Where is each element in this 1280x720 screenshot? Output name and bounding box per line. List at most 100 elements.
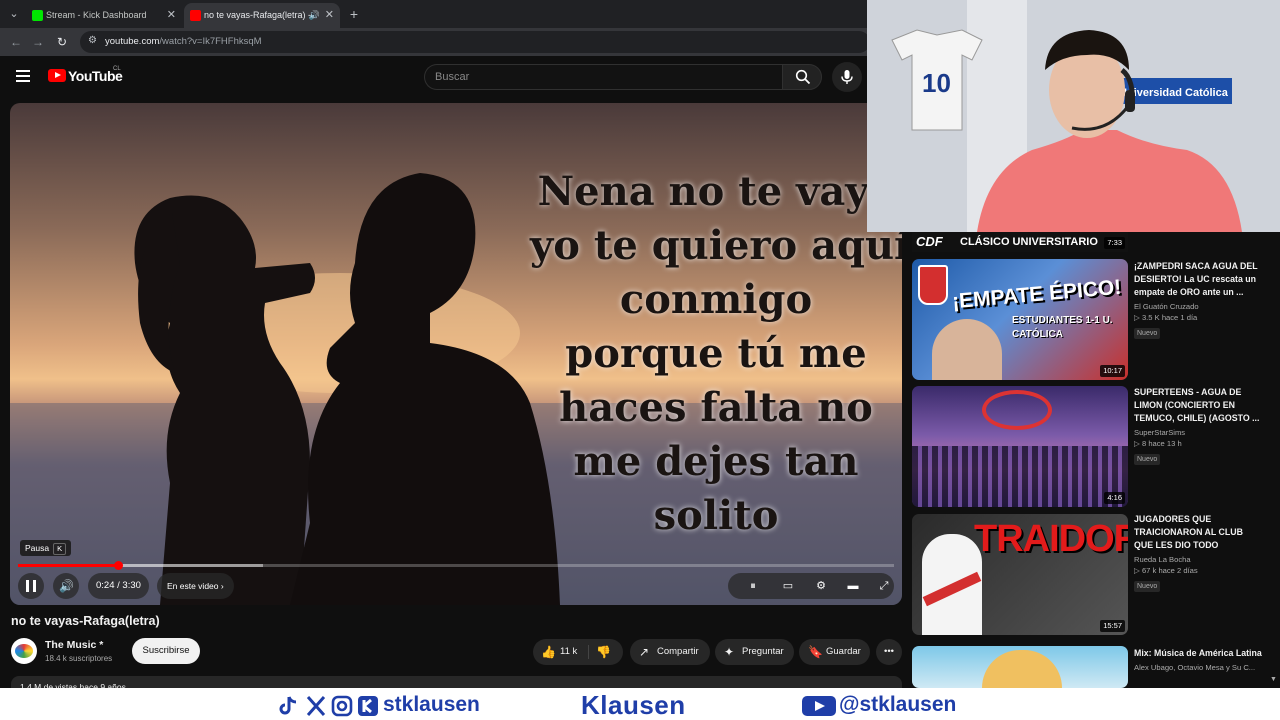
dislike-icon[interactable]: 👎 [596,639,611,665]
save-button[interactable]: 🔖 Guardar [799,639,870,665]
thumbnail-headline: ¡EMPATE ÉPICO! [951,275,1123,314]
video-title[interactable]: ¡ZAMPEDRI SACA AGUA DEL DESIERTO! La UC … [1134,260,1262,299]
channel-name[interactable]: Rueda La Bocha [1134,555,1262,564]
youtube-icon [802,696,836,716]
subtitles-icon[interactable]: ▭ [780,578,796,594]
duration-badge: 4:16 [1104,492,1125,504]
webcam-overlay: 10 Universidad Católica [867,0,1280,232]
volume-icon: 🔊 [59,579,74,593]
search-button[interactable] [782,64,822,90]
ask-label: Preguntar [742,646,784,657]
lyric-line: yo te quiero aquí [530,222,902,269]
tab-audio-icon[interactable]: 🔊 [309,3,320,28]
view-stats: ▷ 8 hace 13 h [1134,439,1182,448]
duration-badge: 10:17 [1100,365,1125,377]
new-tab-button[interactable]: + [346,4,362,24]
youtube-logo-icon[interactable] [48,69,66,82]
channel-name[interactable]: SuperStarSims [1134,428,1262,437]
video-thumbnail[interactable]: TRAIDOR 15:57 [912,514,1128,635]
channel-name[interactable]: El Guatón Cruzado [1134,302,1262,311]
video-player[interactable]: Nena no te vaya yo te quiero aquí conmig… [10,103,902,605]
new-badge: Nuevo [1134,454,1161,465]
tab-kick-dashboard[interactable]: Stream - Kick Dashboard ✕ [26,3,182,28]
progress-bar[interactable] [18,561,894,570]
video-thumbnail[interactable] [912,646,1128,688]
ask-button[interactable]: ✦ Preguntar [715,639,794,665]
like-count[interactable]: 11 k [560,639,577,665]
tab-label: no te vayas-Rafaga(letra) - [204,10,312,20]
video-title[interactable]: SUPERTEENS - AGUA DE LIMON (CONCIERTO EN… [1134,386,1262,425]
channel-avatar[interactable] [11,638,37,664]
video-thumbnail[interactable]: ¡EMPATE ÉPICO! ESTUDIANTES 1-1 U. CATÓLI… [912,259,1128,380]
person-figure [932,319,1002,380]
microphone-icon [841,70,853,84]
duration-badge: 7:33 [1104,237,1125,249]
video-info[interactable]: SUPERTEENS - AGUA DE LIMON (CONCIERTO EN… [1134,386,1262,466]
back-arrow-icon[interactable]: ← [8,34,24,50]
tab-youtube-video[interactable]: no te vayas-Rafaga(letra) - 🔊 ✕ [184,3,340,28]
svg-text:10: 10 [922,68,951,98]
chapter-label: En este video [167,581,219,591]
svg-text:Universidad Católica: Universidad Católica [1119,87,1229,99]
url-text: youtube.com/watch?v=Ik7FHFhksqM [105,36,262,47]
screen: ⌄ Stream - Kick Dashboard ✕ no te vayas-… [0,0,1280,720]
autoplay-toggle-icon[interactable]: ⏸ [745,578,761,594]
stream-social-overlay: stklausen Klausen @stklausen [0,688,1280,720]
voice-search-button[interactable] [832,62,862,92]
country-code: CL [113,66,121,72]
subscribe-button[interactable]: Suscribirse [132,638,200,664]
kick-favicon-icon [32,10,43,21]
search-placeholder: Buscar [435,71,470,83]
video-title[interactable]: JUGADORES QUE TRAICIONARON AL CLUB QUE L… [1134,513,1262,552]
time-display: 0:24 / 3:30 [88,573,149,599]
video-title[interactable]: Mix: Música de América Latina [1134,647,1262,660]
theater-mode-icon[interactable]: ▬ [845,578,861,594]
pause-button[interactable] [18,573,44,599]
site-info-icon[interactable]: ⚙ [88,35,97,46]
forward-arrow-icon[interactable]: → [30,34,46,50]
fullscreen-icon[interactable]: ⤢ [876,578,892,594]
new-badge: Nuevo [1134,328,1161,339]
pause-icon [26,580,36,592]
x-twitter-icon [306,696,326,716]
address-bar[interactable]: ⚙ youtube.com/watch?v=Ik7FHFhksqM [80,31,870,53]
video-thumbnail[interactable]: 4:16 [912,386,1128,507]
more-dots-icon: ••• [884,646,894,657]
mix-artwork [982,650,1062,688]
channel-name[interactable]: The Music * [45,639,103,651]
settings-gear-icon[interactable]: ⚙ [813,578,829,594]
social-handle-left: stklausen [383,693,480,716]
duration-badge: 15:57 [1100,620,1125,632]
lyric-line: porque tú me [565,330,867,377]
lyric-line: conmigo [619,276,813,323]
video-info[interactable]: Mix: Música de América Latina Alex Ubago… [1134,647,1262,672]
pause-tooltip: Pausa K [20,540,72,556]
tab-search-chevron-icon[interactable]: ⌄ [6,6,22,22]
search-icon [795,69,811,85]
player-right-controls: ⏸ ▭ ⚙ ▬ ⤢ [728,573,894,599]
youtube-header: YouTube CL Buscar [0,56,870,98]
streamer-webcam-image: 10 Universidad Católica [867,0,1280,232]
video-info[interactable]: ¡ZAMPEDRI SACA AGUA DEL DESIERTO! La UC … [1134,260,1262,340]
like-icon[interactable]: 👍 [541,639,556,665]
lyric-line: Nena no te vaya [537,168,895,215]
more-actions-button[interactable]: ••• [876,639,902,665]
club-crest-icon [918,265,948,305]
streamer-brand: Klausen [581,690,686,720]
share-button[interactable]: ↗ Compartir [630,639,710,665]
save-label: Guardar [826,646,861,657]
menu-icon[interactable] [16,70,30,82]
lyric-line: solito [653,492,779,539]
sidebar-partial-thumbnail[interactable]: CDF CLÁSICO UNIVERSITARIO 7:33 [912,232,1128,252]
channel-name[interactable]: Alex Ubago, Octavio Mesa y Su C... [1134,663,1262,672]
tab-close-icon[interactable]: ✕ [325,3,334,28]
volume-button[interactable]: 🔊 [53,573,79,599]
scroll-down-icon[interactable]: ▼ [1270,676,1277,683]
search-input[interactable]: Buscar [424,64,782,90]
reload-icon[interactable]: ↻ [54,34,70,50]
video-info[interactable]: JUGADORES QUE TRAICIONARON AL CLUB QUE L… [1134,513,1262,593]
subscriber-count: 18.4 k suscriptores [45,654,113,663]
chapter-button[interactable]: En este video › [157,573,234,599]
tiktok-icon [279,696,297,715]
tab-close-icon[interactable]: ✕ [167,3,176,28]
